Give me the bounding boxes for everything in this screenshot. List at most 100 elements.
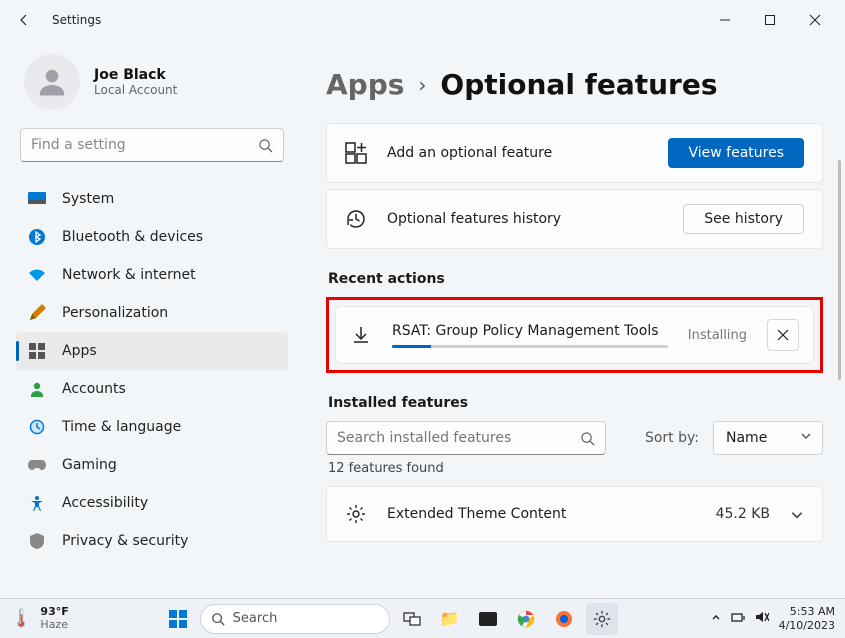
sidebar-item-apps[interactable]: Apps	[16, 332, 288, 370]
tray-network-icon[interactable]	[731, 611, 745, 626]
breadcrumb: Apps › Optional features	[326, 68, 823, 101]
installed-features-heading: Installed features	[328, 395, 823, 411]
sidebar-item-personalization[interactable]: Personalization	[16, 294, 288, 332]
window-controls	[702, 5, 837, 35]
taskbar: 🌡️ 93°F Haze Search 📁 5:53 AM 4/10/2023	[0, 598, 845, 638]
gear-icon	[345, 503, 367, 525]
search-icon	[580, 431, 595, 446]
personalization-icon	[28, 304, 46, 322]
weather-cond: Haze	[40, 619, 68, 631]
nav-label: Bluetooth & devices	[62, 229, 203, 245]
user-profile[interactable]: Joe Black Local Account	[16, 40, 292, 128]
history-icon	[345, 208, 367, 230]
weather-temp: 93°F	[40, 606, 68, 618]
minimize-button[interactable]	[702, 5, 747, 35]
weather-widget[interactable]: 🌡️ 93°F Haze	[10, 606, 69, 630]
action-title: RSAT: Group Policy Management Tools	[392, 323, 668, 339]
taskbar-app-chrome[interactable]	[510, 603, 542, 635]
task-view-button[interactable]	[396, 603, 428, 635]
privacy-icon	[28, 532, 46, 550]
action-status: Installing	[688, 328, 747, 343]
accessibility-icon	[28, 494, 46, 512]
search-icon	[258, 138, 273, 153]
apps-icon	[28, 342, 46, 360]
sort-value: Name	[726, 430, 767, 446]
close-button[interactable]	[792, 5, 837, 35]
sidebar-item-system[interactable]: System	[16, 180, 288, 218]
start-button[interactable]	[162, 603, 194, 635]
user-subtitle: Local Account	[94, 83, 177, 97]
taskbar-app-terminal[interactable]	[472, 603, 504, 635]
download-icon	[350, 324, 372, 346]
user-name: Joe Black	[94, 67, 177, 83]
progress-bar	[392, 345, 668, 348]
chevron-down-icon	[790, 507, 804, 521]
accounts-icon	[28, 380, 46, 398]
add-feature-icon	[345, 142, 367, 164]
sidebar: Joe Black Local Account System Bluetooth…	[0, 40, 300, 598]
system-tray[interactable]: 5:53 AM 4/10/2023	[711, 605, 835, 631]
nav-label: System	[62, 191, 114, 207]
nav-label: Gaming	[62, 457, 117, 473]
feature-row[interactable]: Extended Theme Content 45.2 KB	[326, 486, 823, 542]
search-input[interactable]	[31, 137, 258, 153]
sort-select[interactable]: Name	[713, 421, 823, 455]
history-card: Optional features history See history	[326, 189, 823, 249]
tray-time: 5:53 AM	[779, 605, 835, 618]
gaming-icon	[28, 456, 46, 474]
add-feature-card: Add an optional feature View features	[326, 123, 823, 183]
highlight-annotation: RSAT: Group Policy Management Tools Inst…	[326, 297, 823, 373]
search-installed-box[interactable]	[326, 421, 606, 455]
add-feature-label: Add an optional feature	[387, 145, 648, 161]
nav-label: Time & language	[62, 419, 181, 435]
feature-size: 45.2 KB	[716, 506, 770, 522]
close-icon	[777, 329, 789, 341]
recent-actions-heading: Recent actions	[328, 271, 823, 287]
sidebar-item-time[interactable]: Time & language	[16, 408, 288, 446]
breadcrumb-parent[interactable]: Apps	[326, 68, 404, 101]
sidebar-item-bluetooth[interactable]: Bluetooth & devices	[16, 218, 288, 256]
chevron-right-icon: ›	[418, 73, 426, 97]
back-button[interactable]	[8, 4, 40, 36]
page-title: Optional features	[440, 68, 717, 101]
cancel-action-button[interactable]	[767, 319, 799, 351]
search-icon	[211, 612, 225, 626]
main-content: Apps › Optional features Add an optional…	[300, 40, 845, 598]
sidebar-item-gaming[interactable]: Gaming	[16, 446, 288, 484]
taskbar-app-firefox[interactable]	[548, 603, 580, 635]
window-title: Settings	[52, 13, 101, 27]
nav-label: Network & internet	[62, 267, 196, 283]
sidebar-item-privacy[interactable]: Privacy & security	[16, 522, 288, 560]
search-installed-input[interactable]	[337, 430, 580, 446]
sidebar-item-accounts[interactable]: Accounts	[16, 370, 288, 408]
sidebar-item-accessibility[interactable]: Accessibility	[16, 484, 288, 522]
recent-action-card: RSAT: Group Policy Management Tools Inst…	[335, 306, 814, 364]
history-label: Optional features history	[387, 211, 663, 227]
see-history-button[interactable]: See history	[683, 204, 804, 234]
main-scrollbar[interactable]	[838, 160, 841, 380]
network-icon	[28, 266, 46, 284]
taskbar-search[interactable]: Search	[200, 604, 390, 634]
weather-icon: 🌡️	[10, 609, 32, 629]
system-icon	[28, 190, 46, 208]
taskbar-app-settings[interactable]	[586, 603, 618, 635]
titlebar: Settings	[0, 0, 845, 40]
avatar	[24, 54, 80, 110]
time-icon	[28, 418, 46, 436]
nav-label: Accounts	[62, 381, 126, 397]
filter-row: Sort by: Name	[326, 421, 823, 455]
nav-label: Personalization	[62, 305, 168, 321]
search-settings[interactable]	[20, 128, 284, 162]
nav-label: Apps	[62, 343, 97, 359]
nav-list: System Bluetooth & devices Network & int…	[16, 180, 288, 560]
sidebar-item-network[interactable]: Network & internet	[16, 256, 288, 294]
tray-volume-icon[interactable]	[755, 611, 769, 626]
maximize-button[interactable]	[747, 5, 792, 35]
sortby-label: Sort by:	[645, 430, 699, 446]
taskbar-app-explorer[interactable]: 📁	[434, 603, 466, 635]
tray-chevron-icon[interactable]	[711, 612, 721, 625]
view-features-button[interactable]: View features	[668, 138, 804, 168]
features-count: 12 features found	[328, 461, 823, 476]
chevron-down-icon	[800, 430, 812, 446]
nav-label: Privacy & security	[62, 533, 188, 549]
